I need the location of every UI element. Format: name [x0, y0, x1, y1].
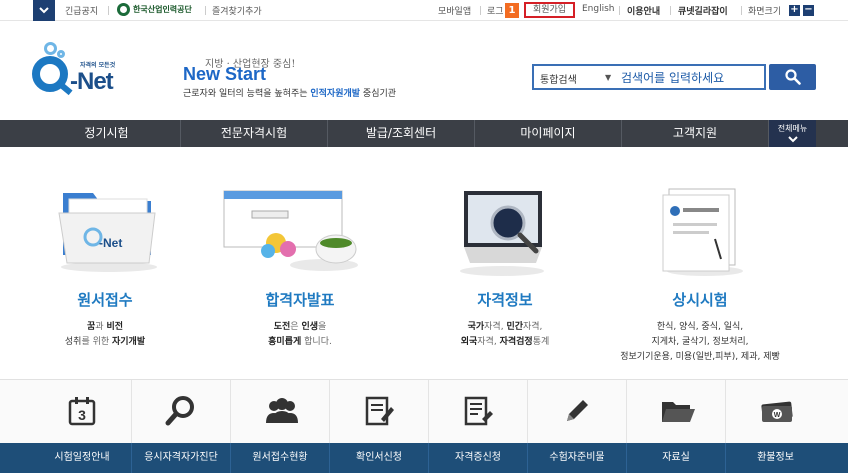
search-button[interactable]: [769, 64, 816, 90]
qnet-logo[interactable]: 자격의 모든것 -Net: [28, 42, 128, 102]
step-badge: 1: [505, 3, 519, 18]
search-input[interactable]: [621, 68, 761, 87]
quick-application-status[interactable]: [231, 380, 330, 444]
slogan-highlight: 인적자원개발: [310, 89, 361, 99]
divider: [619, 6, 620, 15]
nav-mypage[interactable]: 마이페이지: [475, 120, 622, 147]
divider: [205, 6, 206, 15]
quick-label[interactable]: 환불정보: [726, 443, 825, 473]
join-link[interactable]: 회원가입: [524, 2, 575, 18]
zoom-in-button[interactable]: +: [789, 5, 800, 16]
quick-label[interactable]: 확인서신청: [330, 443, 429, 473]
feature-desc-line: 성취를 위한 자기개발: [64, 337, 146, 347]
quick-menu: 3 W: [0, 379, 848, 444]
quick-exam-supplies[interactable]: [528, 380, 627, 444]
slogan-desc-text: 중심기관: [360, 89, 397, 99]
top-utility-bar: 긴급공지 한국산업인력공단 즐겨찾기추가 모바일앱 로그 1 회원가입 Engl…: [0, 0, 848, 21]
quick-label[interactable]: 수험자준비물: [528, 443, 627, 473]
quick-label[interactable]: 자격증신청: [429, 443, 528, 473]
english-link[interactable]: English: [582, 4, 615, 14]
slogan-title: New Start: [183, 64, 267, 84]
urgent-notice-link[interactable]: 긴급공지: [65, 4, 98, 17]
quick-label[interactable]: 원서접수현황: [231, 443, 330, 473]
chevron-down-icon: [39, 7, 49, 14]
monitor-magnifier-icon: [460, 191, 544, 276]
feature-desc-line: 외국자격, 자격검정통계: [460, 337, 550, 347]
slogan-desc-text: 근로자와 일터의 능력을 높혀주는: [183, 89, 311, 99]
quick-label[interactable]: 시험일정안내: [33, 443, 132, 473]
quick-exam-schedule[interactable]: 3: [33, 380, 132, 444]
feature-title: 상시시험: [672, 291, 728, 309]
document-edit-icon: [365, 396, 394, 426]
nav-regular-exam[interactable]: 정기시험: [33, 120, 181, 147]
users-group-icon: [266, 398, 298, 423]
svg-text:W: W: [774, 412, 781, 419]
nav-issuance-center[interactable]: 발급/조회센터: [328, 120, 475, 147]
hrdk-emblem-icon: [117, 3, 130, 16]
quick-refund-info[interactable]: W: [726, 380, 825, 444]
login-link[interactable]: 로그: [487, 4, 504, 17]
folder-icon: -Net: [58, 193, 157, 272]
logo-bubble: [57, 50, 65, 58]
feature-title: 원서접수: [77, 291, 133, 309]
feature-desc-line: 국가자격, 민간자격,: [467, 322, 543, 332]
divider: [741, 6, 742, 15]
feature-title: 합격자발표: [265, 291, 335, 309]
quick-menu-labels: 시험일정안내 응시자격자가진단 원서접수현황 확인서신청 자격증신청 수험자준비…: [0, 443, 848, 473]
notice-toggle-button[interactable]: [33, 0, 55, 21]
folder-open-icon: [662, 402, 695, 422]
chevron-down-icon: ▼: [605, 73, 612, 82]
all-menu-label: 전체메뉴: [777, 124, 808, 133]
nav-professional-exam[interactable]: 전문자격시험: [181, 120, 328, 147]
qnet-guide-link[interactable]: 큐넷길라잡이: [678, 4, 728, 17]
svg-text:-Net: -Net: [99, 236, 122, 250]
divider: [480, 6, 481, 15]
divider: [108, 6, 109, 15]
search-icon: [785, 69, 801, 85]
nav-customer-support[interactable]: 고객지원: [622, 120, 769, 147]
feature-title: 자격정보: [477, 291, 533, 309]
browser-announcement-icon: [223, 190, 358, 271]
calendar-icon: 3: [68, 397, 96, 426]
main-navigation: 정기시험 전문자격시험 발급/조회센터 마이페이지 고객지원: [0, 120, 848, 147]
pencil-icon: [567, 400, 588, 421]
zoom-out-button[interactable]: −: [803, 5, 814, 16]
quick-license-request[interactable]: [429, 380, 528, 444]
magnifier-icon: [165, 396, 194, 426]
svg-text:3: 3: [78, 407, 86, 423]
logo-wordmark: -Net: [70, 68, 114, 95]
screen-size-label: 화면크기: [748, 7, 782, 17]
quick-label[interactable]: 자료실: [627, 443, 726, 473]
search-bar: 통합검색 ▼: [532, 64, 766, 90]
quick-certificate-request[interactable]: [330, 380, 429, 444]
slogan-description: 근로자와 일터의 능력을 높혀주는 인적자원개발 중심기관: [183, 86, 396, 99]
hrdk-logo-link[interactable]: 한국산업인력공단: [117, 3, 192, 16]
hrdk-name: 한국산업인력공단: [133, 5, 192, 14]
search-scope-select[interactable]: 통합검색: [540, 71, 577, 86]
feature-desc-line: 도전은 인생을: [273, 322, 327, 332]
quick-label[interactable]: 응시자격자가진단: [132, 443, 231, 473]
feature-section: -Net 원서접수 꿈과 비전 성취를 위한 자기개발 합격자발표 도전은 인생…: [0, 147, 848, 379]
document-icon: [662, 188, 743, 276]
feature-desc-line: 한식, 양식, 중식, 일식,: [656, 322, 744, 332]
feature-desc-line: 정보기기운용, 미용(일반,피부), 제과, 제빵: [620, 352, 780, 362]
feature-desc-line: 꿈과 비전: [87, 322, 123, 332]
usage-guide-link[interactable]: 이용안내: [627, 4, 660, 17]
license-document-icon: [464, 396, 493, 426]
chevron-down-icon: [787, 136, 798, 143]
feature-desc-line: 지게차, 굴삭기, 정보처리,: [651, 337, 749, 347]
quick-eligibility-check[interactable]: [132, 380, 231, 444]
divider: [670, 6, 671, 15]
feature-desc-line: 흥미롭게 합니다.: [268, 337, 332, 347]
mobile-app-link[interactable]: 모바일앱: [438, 4, 471, 17]
logo-bubble: [44, 42, 57, 55]
add-favorites-link[interactable]: 즐겨찾기추가: [212, 4, 262, 17]
all-menu-button[interactable]: 전체메뉴: [769, 120, 816, 147]
quick-resource-room[interactable]: [627, 380, 726, 444]
money-stack-icon: W: [761, 401, 793, 422]
